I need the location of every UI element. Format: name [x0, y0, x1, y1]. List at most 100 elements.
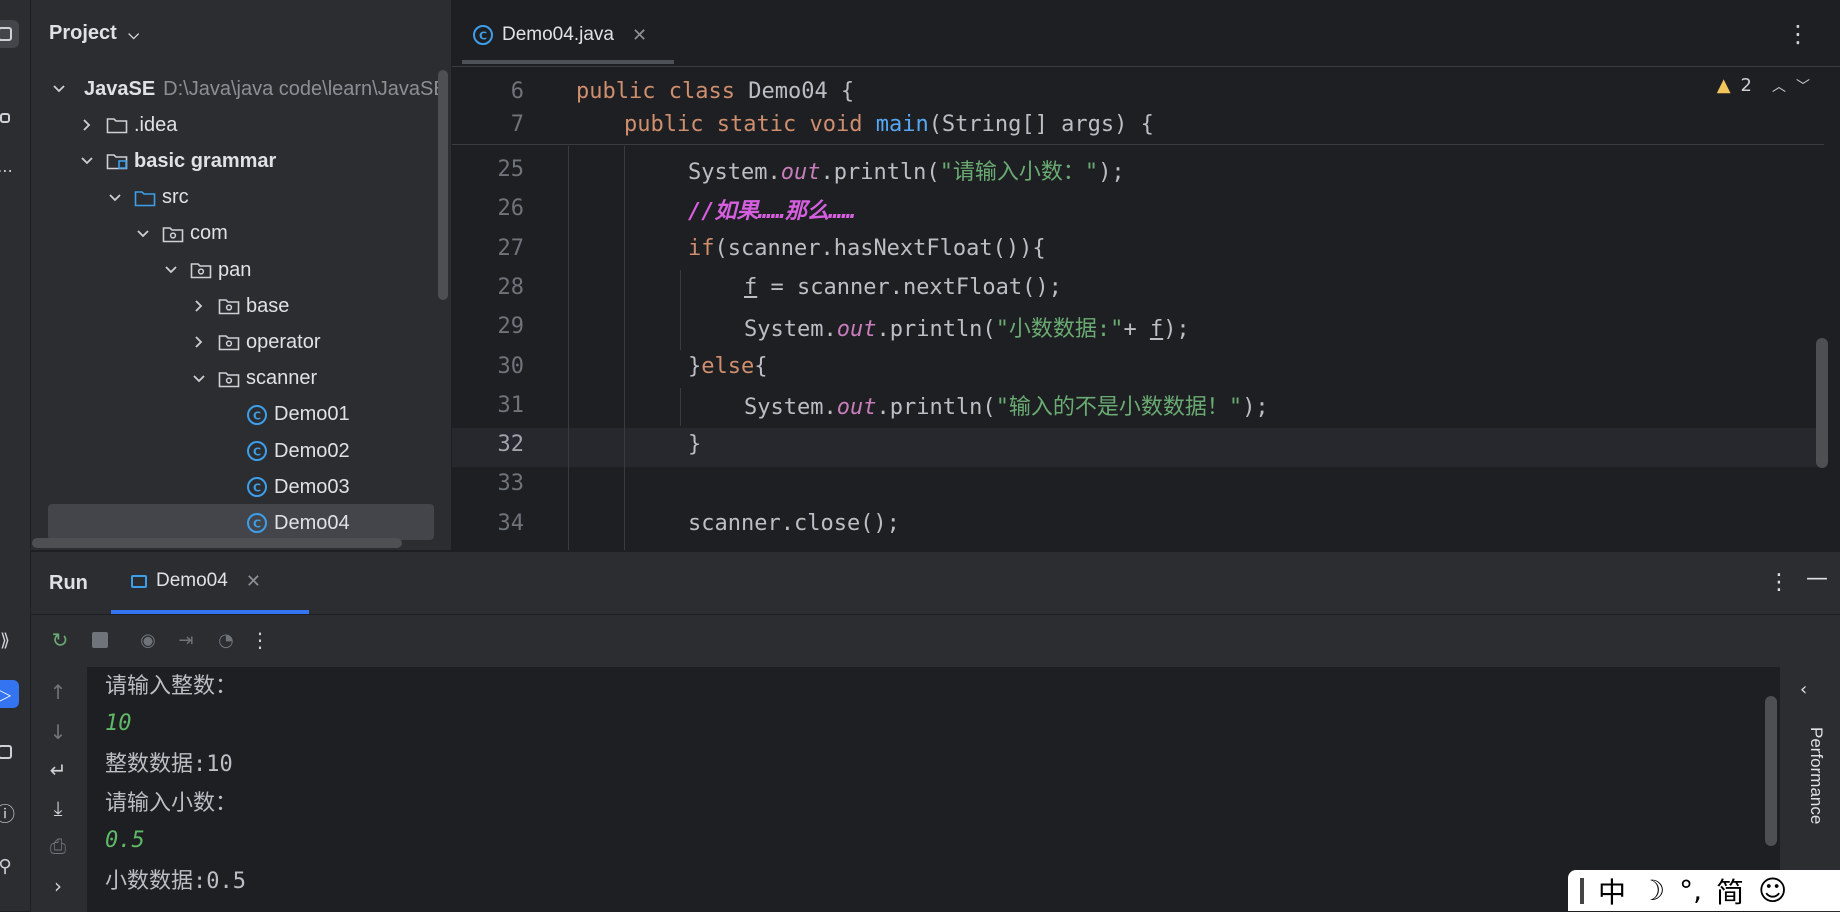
tree-item-pan[interactable]: pan [164, 253, 251, 287]
ime-language-toggle[interactable]: 中 [1598, 871, 1626, 911]
tree-item-operator[interactable]: operator [192, 325, 321, 359]
line-number: 34 [497, 510, 525, 536]
tree-item-demo04[interactable]: C Demo04 [220, 506, 350, 540]
chevron-right-icon[interactable] [80, 118, 94, 132]
arrow-down-icon[interactable]: ↓ [45, 719, 71, 745]
chevron-right-icon[interactable] [192, 299, 206, 313]
line-number: 6 [510, 79, 524, 104]
java-class-icon: C [247, 477, 267, 498]
tree-item-label: Demo03 [274, 475, 350, 498]
code-line[interactable]: 26 //如果……那么…… [452, 189, 1824, 228]
terminal-tool-icon[interactable] [0, 738, 19, 766]
line-number: 27 [497, 235, 525, 261]
indent-guide [680, 388, 681, 426]
moon-icon[interactable]: ☽ [1640, 874, 1665, 907]
tab-run-demo04[interactable]: Demo04 ✕ [131, 570, 261, 592]
console-scrollbar[interactable] [1765, 696, 1777, 846]
code-text: if(scanner.hasNextFloat()){ [688, 235, 1046, 261]
tree-item-com[interactable]: com [136, 217, 228, 251]
scroll-to-end-icon[interactable]: ⤓ [45, 795, 71, 821]
package-icon [218, 299, 240, 315]
tree-item-demo03[interactable]: C Demo03 [220, 470, 350, 504]
services-tool-icon[interactable]: ⟫ [0, 626, 19, 654]
console-output[interactable]: 请输入整数： 10 整数数据:10 请输入小数： 0.5 小数数据:0.5 [87, 667, 1787, 912]
console-output-line: 整数数据:10 [105, 752, 233, 777]
run-tool-icon[interactable]: ▷ [0, 680, 19, 708]
tree-item-src[interactable]: src [108, 181, 189, 215]
sticky-lines-divider [452, 144, 1824, 145]
project-scrollbar[interactable] [438, 70, 448, 300]
code-line[interactable]: 34 scanner.close(); [452, 504, 1824, 543]
code-line[interactable]: 29 System.out.println("小数数据:"+ f); [452, 307, 1824, 346]
camera-icon[interactable]: ◉ [135, 627, 161, 653]
close-icon[interactable]: ✕ [632, 25, 647, 46]
run-toolbar: ↻ ◉ ⇥ ◔ ⋮ [31, 614, 1840, 668]
problems-tool-icon[interactable]: ⓘ [0, 798, 19, 826]
code-line[interactable]: 33 [452, 464, 1824, 503]
ime-handle[interactable] [1580, 877, 1584, 904]
tree-item-basic-grammar[interactable]: basic grammar [80, 144, 276, 178]
console-user-input: 0.5 [105, 827, 145, 853]
exit-icon[interactable]: ⇥ [173, 627, 199, 653]
project-panel-title[interactable]: Project ⌵ [49, 22, 139, 45]
chevron-down-icon[interactable] [108, 191, 122, 205]
editor-scrollbar[interactable] [1816, 338, 1828, 468]
performance-tool-label[interactable]: Performance [1806, 727, 1826, 824]
profiler-icon[interactable]: ◔ [213, 627, 239, 653]
code-line[interactable]: 31 System.out.println("输入的不是小数数据！"); [452, 386, 1824, 425]
more-options-icon[interactable]: ⋮ [247, 627, 273, 653]
code-line[interactable]: 27 if(scanner.hasNextFloat()){ [452, 229, 1824, 268]
project-tool-icon[interactable] [0, 20, 19, 48]
minimize-icon[interactable]: — [1806, 566, 1828, 591]
tree-item-demo01[interactable]: C Demo01 [220, 398, 350, 432]
project-horizontal-scrollbar[interactable] [32, 538, 402, 548]
tree-item-label: Demo02 [274, 439, 350, 462]
chevron-down-icon[interactable]: ⌵ [128, 26, 139, 42]
soft-wrap-icon[interactable]: ↵ [45, 757, 71, 783]
tree-item-scanner[interactable]: scanner [192, 362, 317, 396]
chevron-down-icon[interactable] [52, 82, 66, 96]
java-class-icon: C [247, 404, 267, 425]
svg-text:C: C [253, 446, 261, 459]
more-tools-icon[interactable]: ⋯ [0, 156, 19, 184]
chevron-down-icon[interactable] [80, 154, 94, 168]
chevron-down-icon[interactable] [136, 227, 150, 241]
git-tool-icon[interactable]: ⚲ [0, 852, 19, 880]
print-icon[interactable]: ⎙ [45, 833, 71, 859]
tree-item-javase[interactable]: JavaSE D:\Java\java code\learn\JavaSE [52, 72, 438, 106]
close-icon[interactable]: ✕ [246, 571, 261, 592]
code-text: } [688, 432, 702, 458]
chevron-down-icon[interactable] [164, 263, 178, 277]
svg-text:C: C [253, 518, 261, 531]
arrow-up-icon[interactable]: ↑ [45, 679, 71, 705]
code-line[interactable]: 25 System.out.println("请输入小数："); [452, 150, 1824, 189]
ime-punctuation-toggle[interactable]: °, [1679, 874, 1702, 907]
svg-text:C: C [253, 409, 261, 422]
stop-icon[interactable] [87, 627, 113, 653]
rerun-icon[interactable]: ↻ [47, 627, 73, 653]
code-text: scanner.close(); [688, 510, 900, 536]
tab-demo04-java[interactable]: C Demo04.java ✕ [472, 18, 647, 52]
code-line[interactable]: 30}else{ [452, 347, 1824, 386]
chevron-right-icon[interactable] [192, 335, 206, 349]
tree-item-base[interactable]: base [192, 289, 289, 323]
code-line[interactable]: 28 f = scanner.nextFloat(); [452, 268, 1824, 307]
chevron-down-icon[interactable] [192, 372, 206, 386]
more-options-icon[interactable]: ⋮ [1768, 570, 1790, 595]
chevron-left-icon[interactable]: ‹ [1800, 679, 1807, 700]
code-text: System.out.println("小数数据:"+ f); [744, 316, 1190, 342]
more-options-icon[interactable]: ⋮ [1786, 20, 1810, 48]
tree-item--idea[interactable]: .idea [80, 108, 177, 142]
chevron-right-icon[interactable]: › [45, 873, 71, 899]
sticky-line[interactable]: 7 public static void main(String[] args) … [452, 105, 1824, 144]
indent-guide [624, 146, 625, 550]
code-line[interactable]: 32} [452, 425, 1824, 464]
structure-tool-icon[interactable] [0, 104, 19, 132]
module-path: D:\Java\java code\learn\JavaSE [163, 77, 438, 100]
tree-item-demo02[interactable]: C Demo02 [220, 434, 350, 468]
run-panel-title: Run [49, 572, 88, 594]
emoji-icon[interactable]: ☺ [1758, 874, 1787, 907]
ime-simplified-toggle[interactable]: 简 [1716, 871, 1744, 911]
